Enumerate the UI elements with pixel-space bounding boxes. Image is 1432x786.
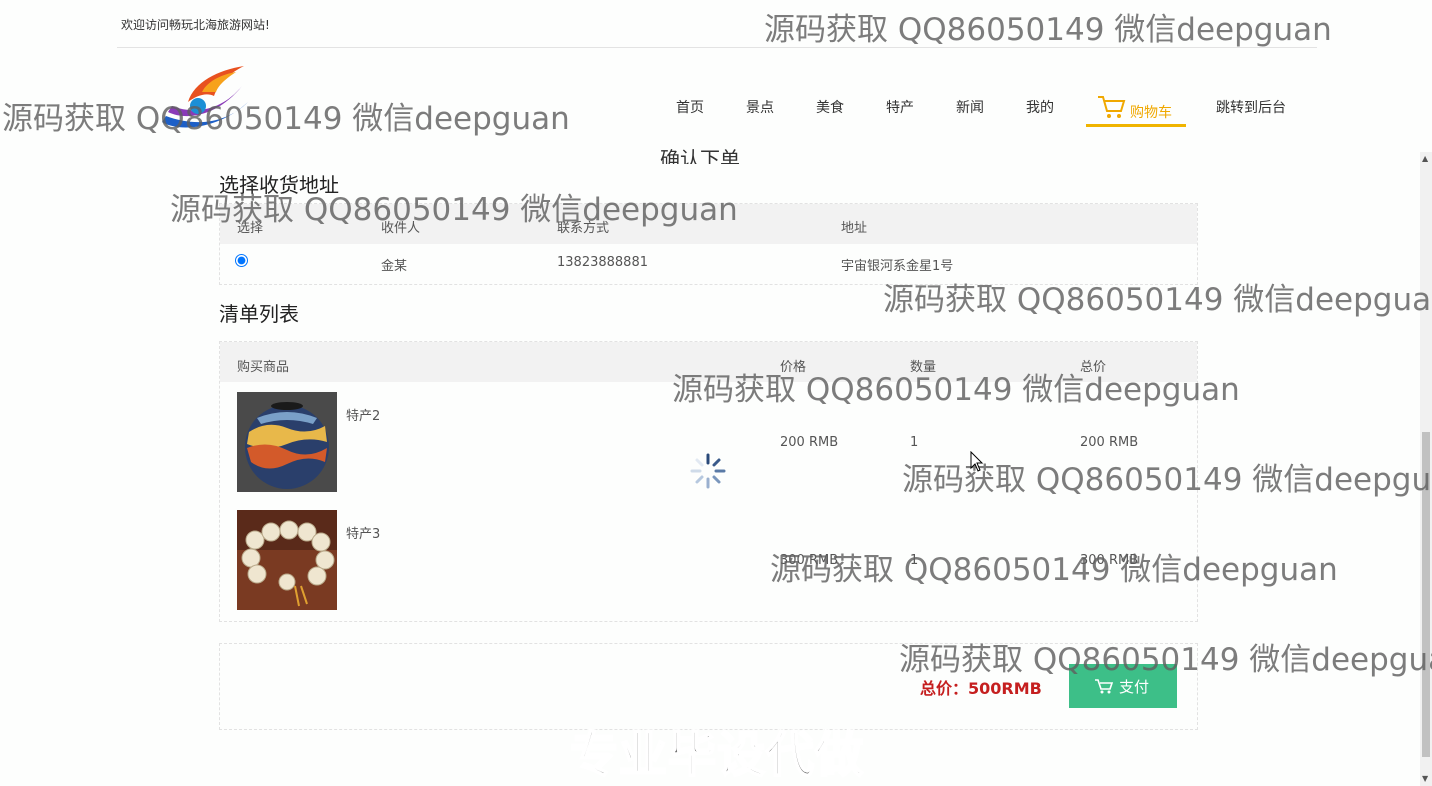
scroll-down-icon[interactable]: ▼ xyxy=(1422,774,1428,783)
welcome-text: 欢迎访问畅玩北海旅游网站! xyxy=(121,18,270,32)
watermark: 源码获取 QQ86050149 微信deepguan xyxy=(764,12,1332,48)
recipient-name: 金某 xyxy=(381,259,408,274)
loading-spinner-icon xyxy=(690,453,726,489)
product-price: 200 RMB xyxy=(780,435,839,450)
product-name: 特产3 xyxy=(346,527,381,542)
watermark: 源码获取 QQ86050149 微信deepguan xyxy=(2,101,570,137)
product-image-vase[interactable] xyxy=(237,392,337,492)
product-image-bracelet[interactable] xyxy=(237,510,337,610)
cart-icon xyxy=(1098,96,1126,118)
nav-attractions[interactable]: 景点 xyxy=(746,90,774,126)
watermark: 源码获取 QQ86050149 微信deepguan xyxy=(770,552,1338,588)
nav-mine[interactable]: 我的 xyxy=(1026,90,1054,126)
watermark: 源码获取 QQ86050149 微信deepguan xyxy=(883,282,1432,318)
watermark: 源码获取 QQ86050149 微信deepguan xyxy=(672,372,1240,408)
pay-label: 支付 xyxy=(1119,679,1150,696)
page-title: 确认下单 xyxy=(660,147,740,164)
col-product: 购买商品 xyxy=(237,360,290,375)
nav-cart[interactable]: 购物车 xyxy=(1086,90,1186,127)
nav-food[interactable]: 美食 xyxy=(816,90,844,126)
recipient-address: 宇宙银河系金星1号 xyxy=(841,259,954,274)
nav-admin[interactable]: 跳转到后台 xyxy=(1216,90,1286,126)
col-address: 地址 xyxy=(841,221,868,236)
product-total: 200 RMB xyxy=(1080,435,1139,450)
watermark: 源码获取 QQ86050149 微信deepguan xyxy=(899,642,1432,678)
mouse-cursor-icon xyxy=(970,451,984,472)
product-qty: 1 xyxy=(910,435,919,450)
promo-banner: 专业毕设代做 xyxy=(569,726,865,784)
cart-label: 购物车 xyxy=(1130,105,1172,121)
nav-specialties[interactable]: 特产 xyxy=(886,90,914,126)
address-radio[interactable] xyxy=(235,254,248,267)
recipient-phone: 13823888881 xyxy=(557,255,648,270)
nav-home[interactable]: 首页 xyxy=(676,90,704,126)
nav-news[interactable]: 新闻 xyxy=(956,90,984,126)
cart-icon xyxy=(1095,679,1114,694)
watermark: 源码获取 QQ86050149 微信deepguan xyxy=(170,192,738,228)
product-name: 特产2 xyxy=(346,409,381,424)
order-section-title: 清单列表 xyxy=(219,302,299,326)
scroll-up-icon[interactable]: ▲ xyxy=(1422,154,1428,163)
